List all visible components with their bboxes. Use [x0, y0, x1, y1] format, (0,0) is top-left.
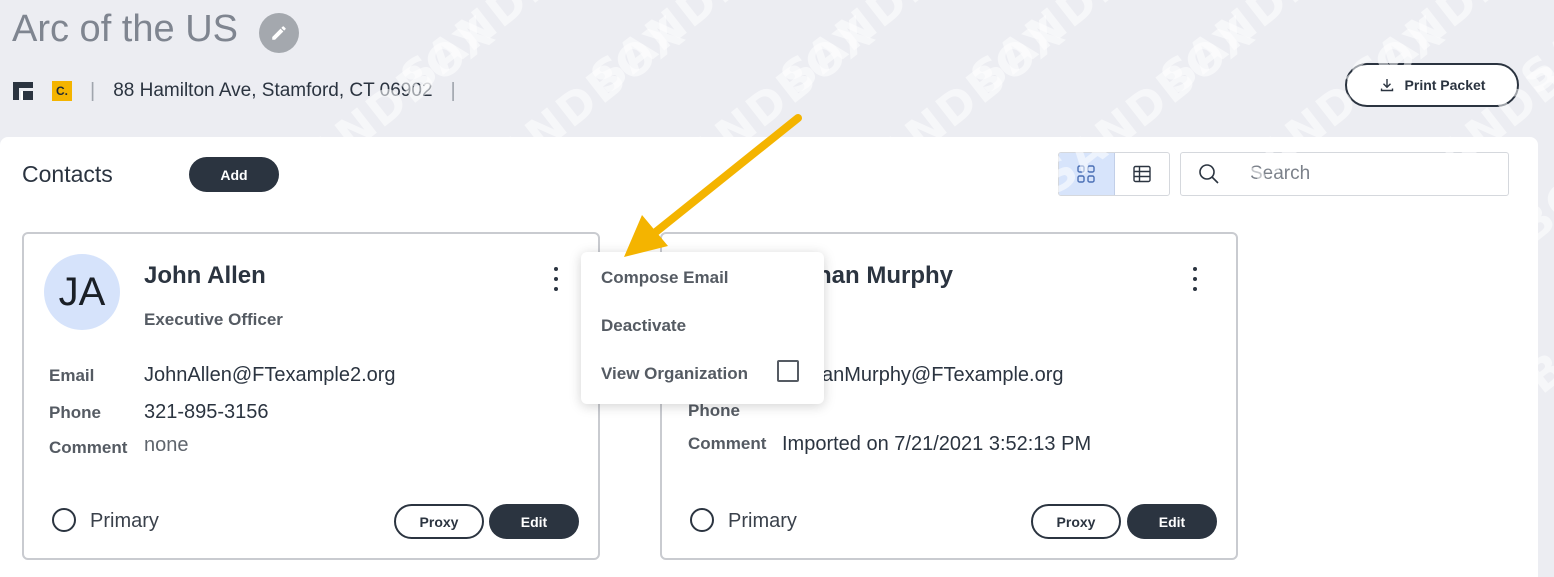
contact-options-menu: Compose Email Deactivate View Organizati… [581, 252, 824, 404]
menu-item-view-organization[interactable]: View Organization [601, 364, 748, 384]
more-options-button[interactable] [1185, 267, 1205, 291]
edit-button[interactable]: Edit [1127, 504, 1217, 539]
menu-item-deactivate[interactable]: Deactivate [601, 316, 686, 336]
view-organization-checkbox[interactable] [777, 360, 799, 382]
category-badge: C. [52, 81, 72, 101]
watermark-text: SANDBOX [961, 0, 1195, 105]
search-field [1180, 152, 1509, 196]
primary-radio[interactable] [690, 508, 714, 532]
print-packet-button[interactable]: Print Packet [1345, 63, 1519, 107]
print-packet-label: Print Packet [1404, 77, 1486, 93]
grid-icon [1077, 165, 1095, 183]
pencil-icon [272, 26, 286, 40]
kebab-dot [1193, 277, 1197, 281]
search-icon [1199, 164, 1219, 184]
search-input[interactable] [1250, 163, 1470, 185]
comment-label: Comment [49, 438, 128, 457]
contact-role: Executive Officer [144, 310, 283, 329]
table-view-button[interactable] [1115, 153, 1170, 195]
watermark-text: SANDBOX [581, 0, 815, 105]
edit-title-button[interactable] [259, 13, 299, 53]
kebab-dot [1193, 267, 1197, 271]
download-icon [1380, 79, 1393, 92]
kebab-dot [554, 277, 558, 281]
annotation-arrow-icon [624, 114, 802, 257]
organization-logo-icon [13, 82, 33, 100]
grid-view-button[interactable] [1059, 153, 1115, 195]
email-value: anMurphy@FTexample.org [822, 364, 1064, 386]
contact-name: John Allen [144, 262, 266, 289]
phone-value: 321-895-3156 [144, 401, 269, 423]
contact-card: JA John Allen Executive Officer Email Jo… [22, 232, 600, 560]
proxy-button[interactable]: Proxy [1031, 504, 1121, 539]
view-toggle [1058, 152, 1170, 196]
primary-label: Primary [90, 510, 159, 532]
contacts-heading: Contacts [22, 161, 113, 187]
kebab-dot [1193, 287, 1197, 291]
email-value: JohnAllen@FTexample2.org [144, 364, 396, 386]
separator: | [90, 79, 96, 102]
table-icon [1133, 165, 1151, 183]
phone-label: Phone [688, 401, 740, 420]
email-label: Email [49, 366, 95, 385]
kebab-dot [554, 287, 558, 291]
kebab-dot [554, 267, 558, 271]
add-contact-button[interactable]: Add [189, 157, 279, 192]
avatar: JA [44, 254, 120, 330]
menu-item-compose-email[interactable]: Compose Email [601, 268, 729, 288]
separator: | [450, 79, 456, 102]
more-options-button[interactable] [546, 267, 566, 291]
edit-button[interactable]: Edit [489, 504, 579, 539]
primary-radio[interactable] [52, 508, 76, 532]
watermark-text: SANDBOX [771, 0, 1005, 105]
comment-value: Imported on 7/21/2021 3:52:13 PM [782, 433, 1092, 455]
primary-label: Primary [728, 510, 797, 532]
organization-address: 88 Hamilton Ave, Stamford, CT 06902 [113, 80, 433, 101]
comment-label: Comment [688, 434, 767, 453]
page-title: Arc of the US [12, 8, 238, 50]
phone-label: Phone [49, 403, 101, 422]
contact-name: han Murphy [817, 262, 953, 289]
organization-subbar: C. | 88 Hamilton Ave, Stamford, CT 06902… [12, 78, 474, 104]
proxy-button[interactable]: Proxy [394, 504, 484, 539]
comment-value: none [144, 434, 189, 456]
